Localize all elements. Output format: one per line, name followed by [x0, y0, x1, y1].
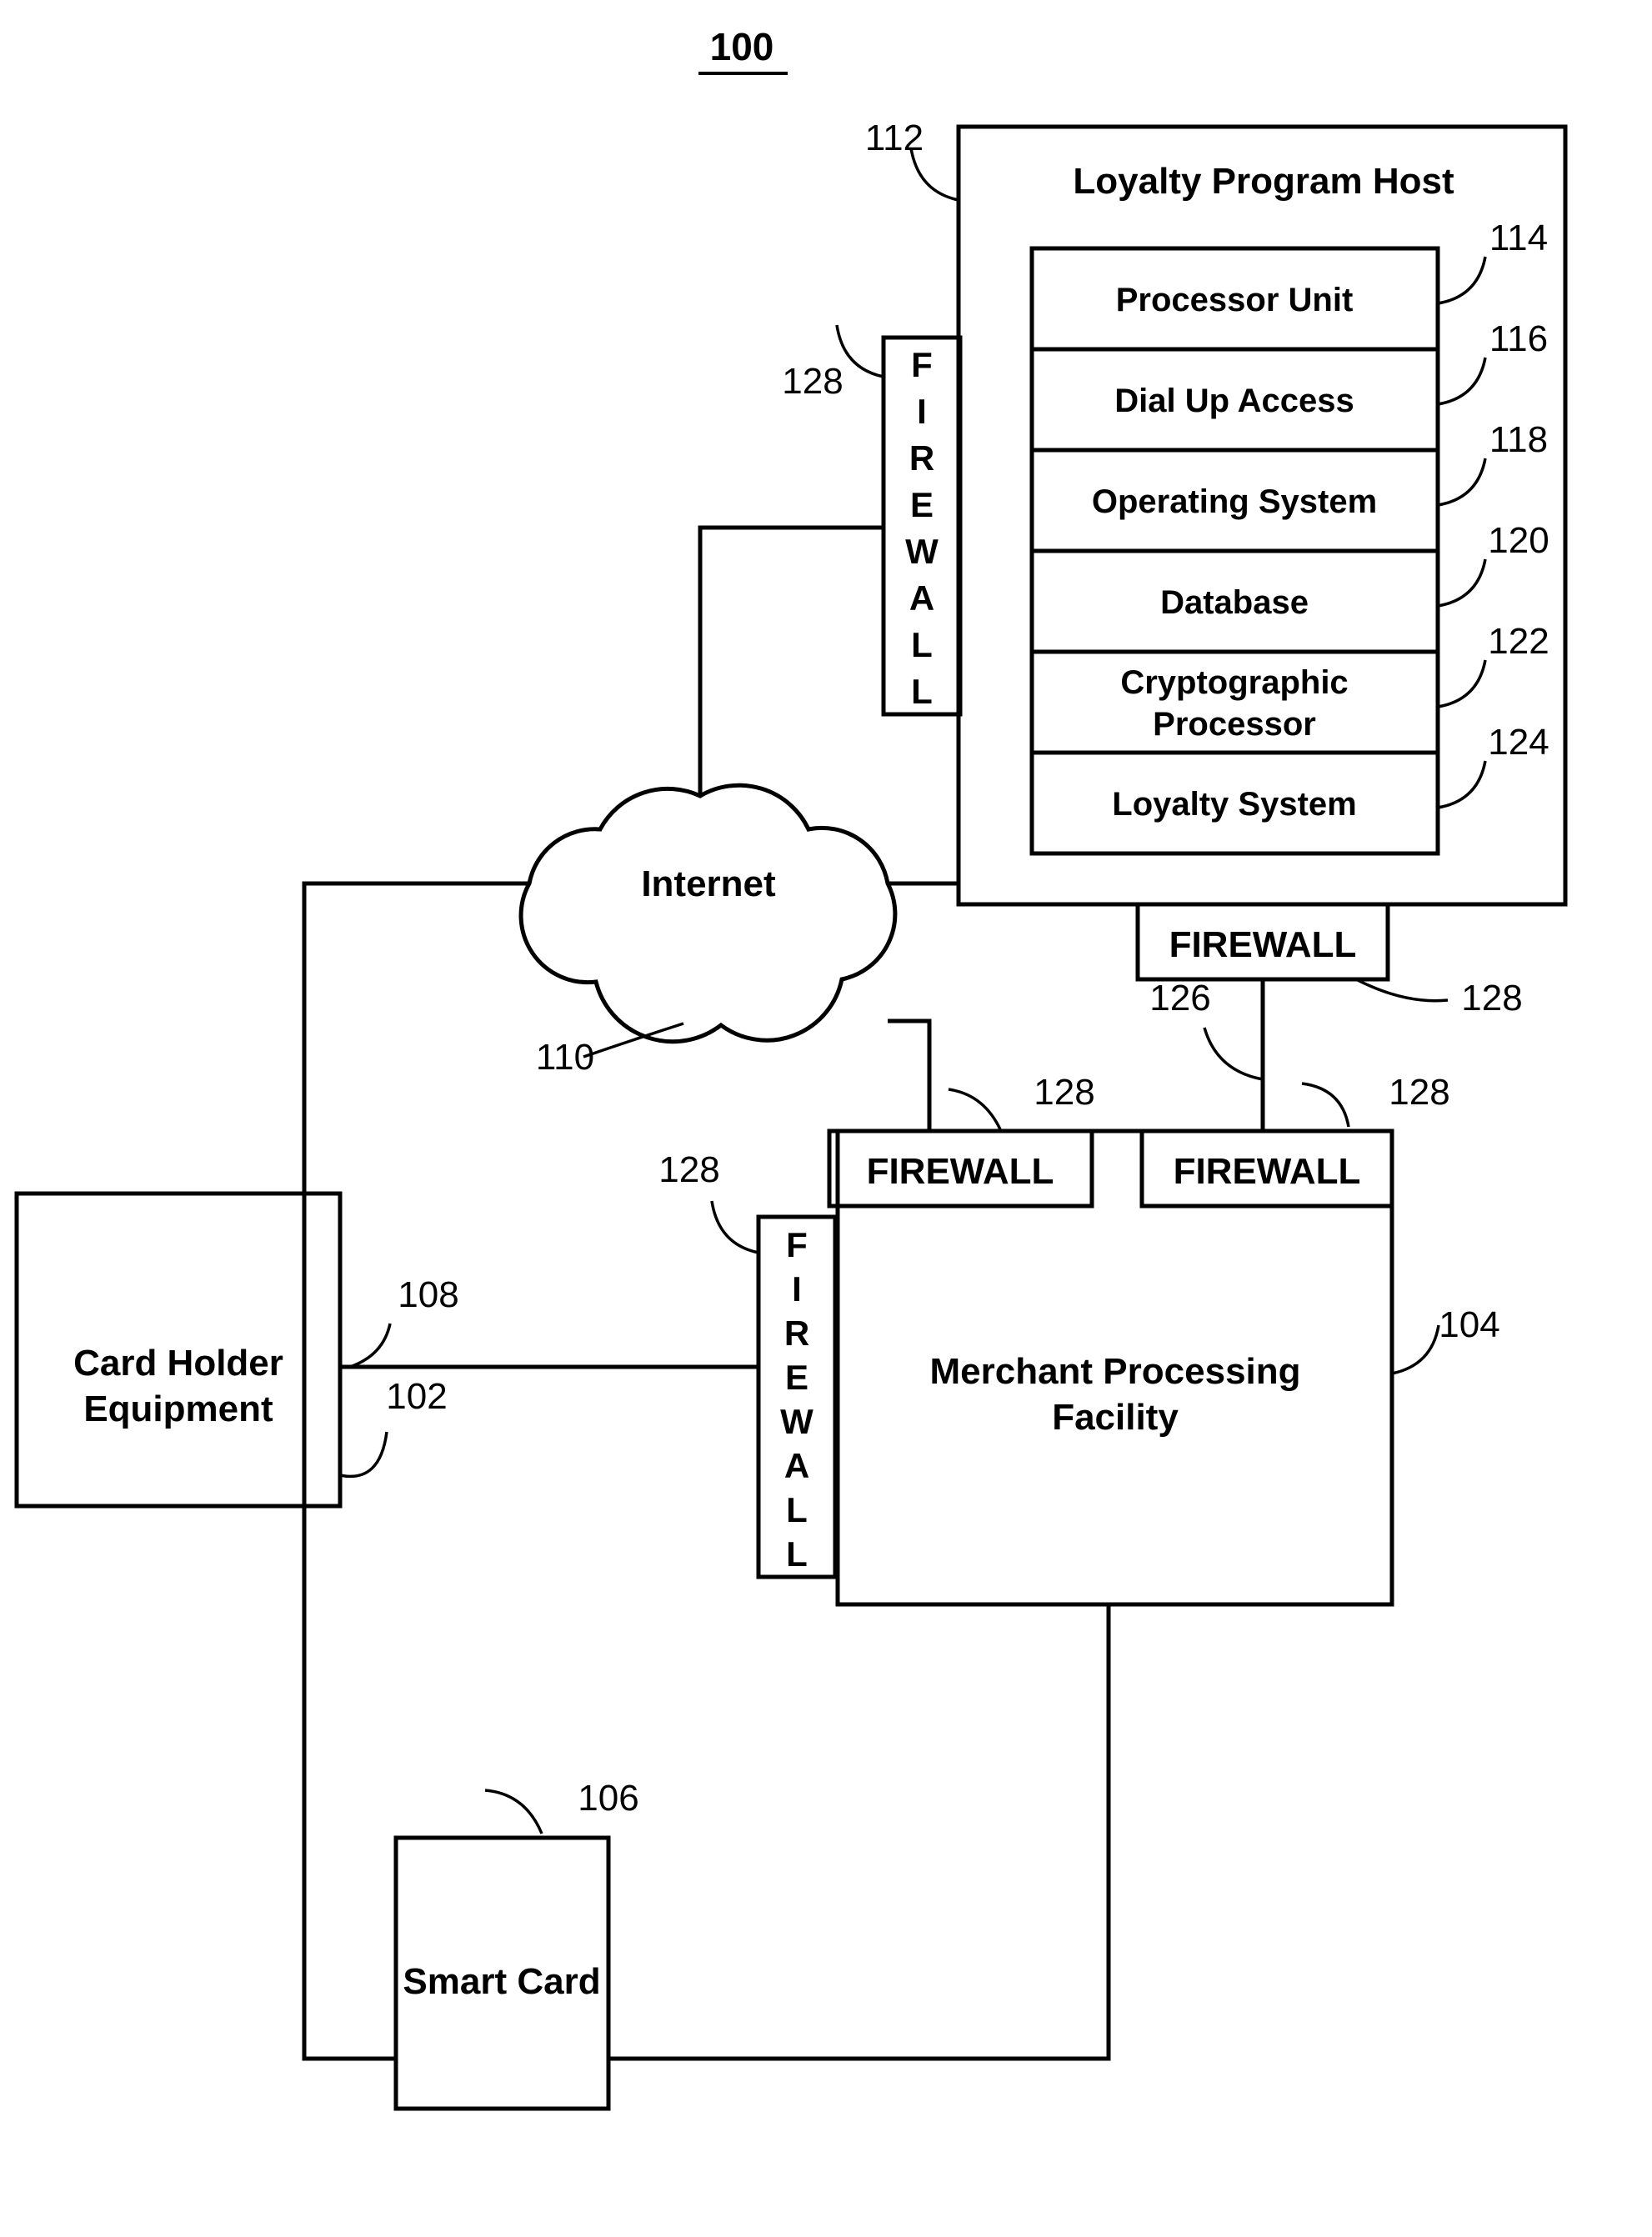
diagram-svg: 100 Loyalty Program Host Processor Unit …	[14, 25, 1568, 2111]
ref-128-host-left: 128	[782, 361, 843, 402]
module-label-processor-unit: Processor Unit	[1116, 282, 1354, 318]
ref-118: 118	[1489, 419, 1548, 460]
firewall-letter-l1: L	[911, 625, 933, 664]
ref-128-merchant-top-left: 128	[1034, 1072, 1094, 1113]
node-loyalty-program-host[interactable]: Loyalty Program Host Processor Unit Dial…	[865, 118, 1568, 907]
leader-124	[1437, 760, 1487, 809]
firewall-letter-l2: L	[911, 672, 933, 711]
ref-124: 124	[1488, 722, 1549, 763]
node-card-holder-equipment[interactable]: Card Holder Equipment 102	[14, 1191, 448, 1509]
leader-128-host-bottom	[1355, 978, 1449, 1003]
merchant-label-line2: Facility	[1052, 1397, 1179, 1438]
firewall-host-bottom-label: FIREWALL	[1169, 924, 1357, 965]
leader-126	[1203, 1027, 1264, 1081]
firewall-m-letter-l2: L	[786, 1534, 808, 1574]
loyalty-host-reference: 112	[865, 118, 959, 202]
leader-116	[1437, 357, 1487, 406]
firewall-host-left-letters: F I R E W A L L	[905, 345, 939, 711]
ref-120: 120	[1488, 520, 1549, 561]
ref-128-merchant-left: 128	[658, 1149, 719, 1190]
leader-122	[1437, 659, 1487, 708]
leader-128-merchant-top-left	[948, 1088, 1002, 1130]
leader-114	[1437, 256, 1487, 305]
leader-108	[349, 1323, 392, 1369]
ref-128-merchant-top-right: 128	[1389, 1072, 1449, 1113]
figure-number: 100	[710, 25, 774, 68]
module-label-database: Database	[1160, 584, 1309, 621]
ref-126: 126	[1149, 978, 1210, 1018]
figure-title: 100	[698, 25, 788, 75]
leader-118	[1437, 458, 1487, 507]
internet-label: Internet	[641, 863, 776, 904]
firewall-merchant-top-left[interactable]: FIREWALL 128	[827, 1072, 1095, 1209]
firewall-merchant-top-right[interactable]: FIREWALL 128	[1139, 1072, 1450, 1209]
firewall-m-letter-i: I	[792, 1269, 802, 1309]
wire-host-firewall-to-internet	[698, 525, 884, 796]
ref-106: 106	[578, 1778, 638, 1819]
firewall-letter-r: R	[909, 438, 934, 478]
module-label-loyalty-system: Loyalty System	[1112, 786, 1356, 823]
internet-cloud-shape[interactable]	[518, 783, 898, 1044]
leader-128-merchant-top-right	[1301, 1082, 1350, 1128]
node-smart-card[interactable]: Smart Card 106	[393, 1778, 639, 2111]
leader-104	[1391, 1324, 1440, 1375]
leader-128-merchant-left	[710, 1200, 759, 1254]
leader-120	[1437, 558, 1487, 608]
smart-card-label: Smart Card	[403, 1961, 600, 2002]
merchant-label-line1: Merchant Processing	[929, 1351, 1300, 1392]
module-label-cryptographic-processor-line2: Processor	[1153, 706, 1316, 743]
node-internet[interactable]: Internet 110	[518, 783, 898, 1078]
loyalty-host-module-stack: Processor Unit Dial Up Access Operating …	[1029, 246, 1440, 856]
firewall-m-letter-e: E	[785, 1358, 808, 1397]
ref-108: 108	[398, 1274, 458, 1315]
ref-122: 122	[1488, 621, 1549, 662]
firewall-letter-f: F	[911, 345, 933, 384]
ref-110: 110	[536, 1037, 594, 1078]
module-reference-leaders: 114 116 118 120 122 124	[1437, 218, 1549, 809]
module-label-operating-system: Operating System	[1092, 483, 1377, 520]
link-108-reference: 108	[349, 1274, 459, 1369]
firewall-m-letter-w: W	[780, 1402, 813, 1441]
firewall-letter-i: I	[917, 392, 927, 431]
leader-102	[339, 1431, 388, 1479]
ref-102: 102	[386, 1376, 447, 1417]
firewall-m-letter-l1: L	[786, 1490, 808, 1529]
firewall-merchant-left-letters: F I R E W A L L	[780, 1225, 813, 1574]
ref-116: 116	[1489, 318, 1548, 359]
firewall-letter-e: E	[910, 485, 934, 524]
firewall-m-letter-r: R	[784, 1314, 809, 1353]
loyalty-host-label: Loyalty Program Host	[1073, 161, 1454, 202]
ref-112: 112	[865, 118, 924, 158]
wire-merchant-fw-to-internet	[888, 1018, 932, 1131]
firewall-letter-w: W	[905, 532, 939, 571]
node-merchant-processing-facility[interactable]: Merchant Processing Facility 104	[835, 1129, 1500, 1607]
firewall-merchant-top-left-label: FIREWALL	[867, 1151, 1054, 1192]
ref-128-host-bottom: 128	[1461, 978, 1522, 1018]
firewall-m-letter-a: A	[784, 1446, 809, 1485]
ref-104: 104	[1439, 1304, 1499, 1345]
module-label-cryptographic-processor-line1: Cryptographic	[1120, 664, 1348, 701]
card-holder-label-line2: Equipment	[83, 1389, 273, 1429]
wire-merchant-to-smartcard	[608, 1604, 1111, 2061]
ref-114: 114	[1489, 218, 1548, 258]
firewall-merchant-top-right-label: FIREWALL	[1174, 1151, 1361, 1192]
card-holder-label-line1: Card Holder	[73, 1343, 283, 1384]
firewall-host-bottom[interactable]: FIREWALL 128 126	[1135, 902, 1523, 1081]
firewall-host-left-vertical[interactable]: F I R E W A L L 128	[782, 324, 963, 717]
leader-128-host-left	[835, 324, 884, 378]
leader-106	[484, 1789, 543, 1834]
firewall-m-letter-f: F	[786, 1225, 808, 1264]
module-label-dial-up-access: Dial Up Access	[1114, 383, 1354, 419]
firewall-letter-a: A	[909, 578, 934, 618]
firewall-merchant-left-vertical[interactable]: F I R E W A L L 128	[658, 1149, 838, 1579]
patent-figure-canvas: 100 Loyalty Program Host Processor Unit …	[0, 0, 1652, 2237]
